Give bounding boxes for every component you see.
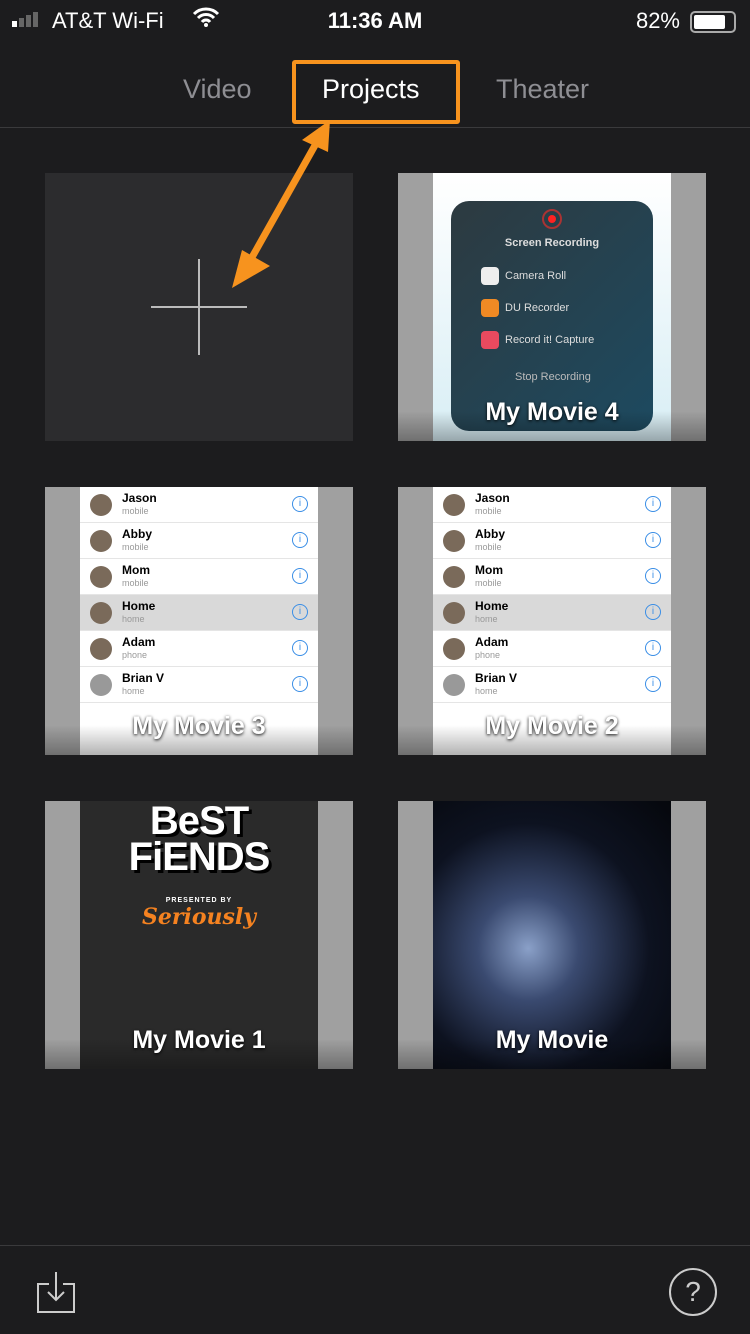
status-bar: AT&T Wi-Fi 11:36 AM 82% xyxy=(0,0,750,40)
help-button[interactable]: ? xyxy=(669,1268,717,1316)
project-my-movie-4[interactable]: Screen Recording Camera Roll DU Recorder… xyxy=(398,173,706,441)
bottom-toolbar: ? xyxy=(0,1245,750,1334)
import-download-icon[interactable] xyxy=(36,1270,76,1314)
tab-bar: Video Projects Theater xyxy=(0,60,750,128)
thumbnail: Screen Recording Camera Roll DU Recorder… xyxy=(451,201,653,431)
project-my-movie-1[interactable]: BeST FiENDS PRESENTED BY Seriously My Mo… xyxy=(45,801,353,1069)
tab-video[interactable]: Video xyxy=(183,74,252,105)
project-title: My Movie 1 xyxy=(132,1026,266,1054)
project-title: My Movie 2 xyxy=(485,712,619,740)
new-project-button[interactable] xyxy=(45,173,353,441)
project-my-movie[interactable]: My Movie xyxy=(398,801,706,1069)
project-title: My Movie 3 xyxy=(132,712,266,740)
tab-theater[interactable]: Theater xyxy=(496,74,589,105)
project-title: My Movie xyxy=(495,1026,609,1054)
best-fiends-logo: BeST FiENDS xyxy=(128,801,271,879)
battery-percent: 82% xyxy=(635,8,680,33)
project-my-movie-2[interactable]: Jason mobile i Abby mobile i Mom mobile i Home… xyxy=(398,487,706,755)
battery-icon xyxy=(690,11,736,33)
project-my-movie-3[interactable]: Jason mobile i Abby mobile i Mom mobile i Home… xyxy=(45,487,353,755)
tab-projects[interactable]: Projects xyxy=(322,74,420,105)
project-title: My Movie 4 xyxy=(485,398,619,426)
